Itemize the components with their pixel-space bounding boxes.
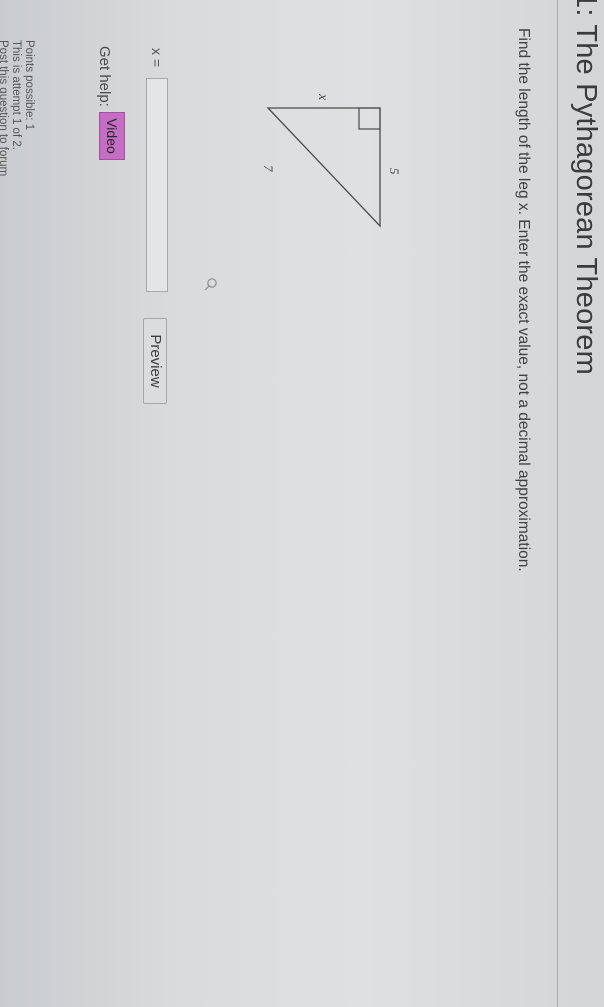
base-label: 5 (387, 168, 402, 175)
points-possible: Points possible: 1 (23, 40, 35, 131)
hypotenuse-label: 7 (261, 165, 276, 172)
right-triangle-figure: x 7 5 (204, 93, 402, 291)
right-angle-marker (358, 107, 381, 130)
answer-prefix: x = (149, 48, 165, 68)
question-panel: 1: The Pythagorean Theorem Find the leng… (0, 0, 604, 1007)
video-button[interactable]: Video (99, 112, 125, 160)
magnifier-icon (204, 278, 217, 291)
get-help-label: Get help: (96, 46, 113, 107)
screenshot-page: 1: The Pythagorean Theorem Find the leng… (0, 0, 604, 1007)
answer-input[interactable] (146, 78, 168, 292)
attempt-counter: This is attempt 1 of 2. (10, 40, 22, 150)
post-to-forum-link[interactable]: Post this question to forum (0, 40, 9, 176)
leg-x-label: x (315, 93, 330, 101)
preview-button[interactable]: Preview (143, 318, 167, 404)
triangle-outline (266, 107, 381, 228)
